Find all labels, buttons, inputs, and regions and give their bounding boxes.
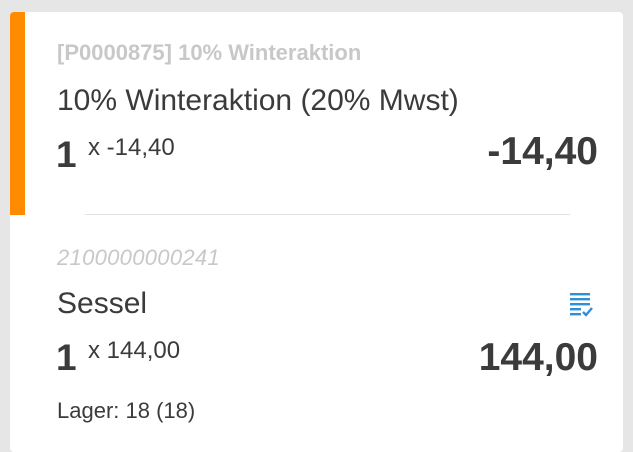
cart-item-sessel[interactable]: 2100000000241 Sessel 1 x 144,00 144,00 L… (10, 215, 623, 452)
stock-info: Lager: 18 (18) (57, 398, 196, 423)
item-name: 10% Winteraktion (20% Mwst) (57, 84, 459, 117)
item-unit-price: x -14,40 (88, 134, 175, 161)
checklist-icon[interactable] (569, 291, 593, 317)
item-barcode: 2100000000241 (57, 245, 220, 270)
item-total: -14,40 (487, 130, 598, 173)
item-total: 144,00 (478, 336, 598, 379)
item-unit-price: x 144,00 (88, 337, 181, 364)
cart-items-card: [P0000875] 10% Winteraktion 10% Winterak… (10, 12, 623, 452)
item-quantity[interactable]: 1 (56, 337, 77, 379)
item-quantity[interactable]: 1 (56, 134, 77, 176)
selected-accent-bar (10, 12, 25, 215)
item-code: [P0000875] 10% Winteraktion (57, 40, 362, 65)
item-name: Sessel (57, 287, 148, 320)
cart-item-discount[interactable]: [P0000875] 10% Winteraktion 10% Winterak… (10, 12, 623, 215)
